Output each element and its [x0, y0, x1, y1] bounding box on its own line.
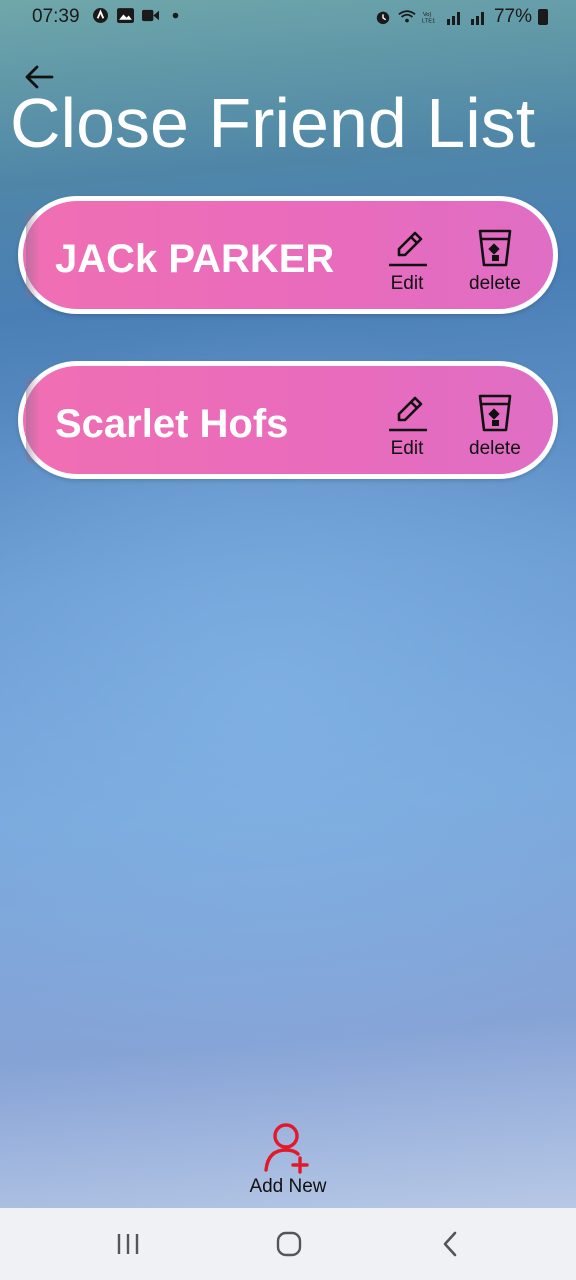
recent-apps-icon: [117, 1234, 139, 1254]
battery-icon: [538, 9, 548, 25]
edit-label: Edit: [390, 273, 424, 294]
page-title: Close Friend List: [10, 84, 536, 162]
video-icon: [142, 9, 159, 22]
edit-button[interactable]: Edit: [385, 390, 429, 460]
volte-icon: Vo)LTE1: [422, 12, 435, 25]
nav-app-icon: [93, 8, 108, 23]
signal-icon: [446, 12, 460, 25]
wifi-icon: [398, 10, 416, 23]
status-time: 07:39: [32, 6, 80, 27]
system-nav-bar: [0, 1208, 576, 1280]
delete-button[interactable]: delete: [469, 390, 521, 460]
friend-card: Scarlet Hofs Edit delete: [18, 361, 558, 479]
home-button[interactable]: [269, 1228, 309, 1260]
svg-text:LTE1: LTE1: [422, 19, 435, 25]
edit-label: Edit: [390, 438, 424, 459]
image-icon: [117, 8, 134, 23]
status-bar: 07:39 Vo) LTE1 77%: [0, 0, 576, 36]
delete-button[interactable]: delete: [469, 225, 521, 295]
delete-label: delete: [469, 273, 521, 294]
friend-name: Scarlet Hofs: [55, 402, 289, 446]
friend-name: JACk PARKER: [55, 237, 335, 281]
notification-icons: [92, 8, 184, 23]
signal-icon: [470, 12, 484, 25]
battery-percent: 77%: [493, 6, 532, 27]
dot-icon: [172, 12, 179, 19]
pencil-icon: [389, 396, 427, 432]
pencil-icon: [389, 231, 427, 267]
friend-card: JACk PARKER Edit delete: [18, 196, 558, 314]
delete-label: delete: [469, 438, 521, 459]
add-new-button[interactable]: Add New: [236, 1120, 340, 1198]
back-icon: [443, 1231, 457, 1257]
home-icon: [276, 1231, 302, 1257]
svg-text:Vo): Vo): [423, 12, 432, 18]
trash-icon: [478, 229, 512, 267]
add-user-icon: [264, 1123, 309, 1174]
back-button[interactable]: [430, 1228, 470, 1260]
recent-apps-button[interactable]: [108, 1228, 148, 1260]
alarm-icon: [376, 11, 390, 25]
edit-button[interactable]: Edit: [385, 225, 429, 295]
add-new-label: Add New: [249, 1176, 327, 1197]
system-icons: Vo) LTE1 77%: [374, 6, 548, 28]
trash-icon: [478, 394, 512, 432]
